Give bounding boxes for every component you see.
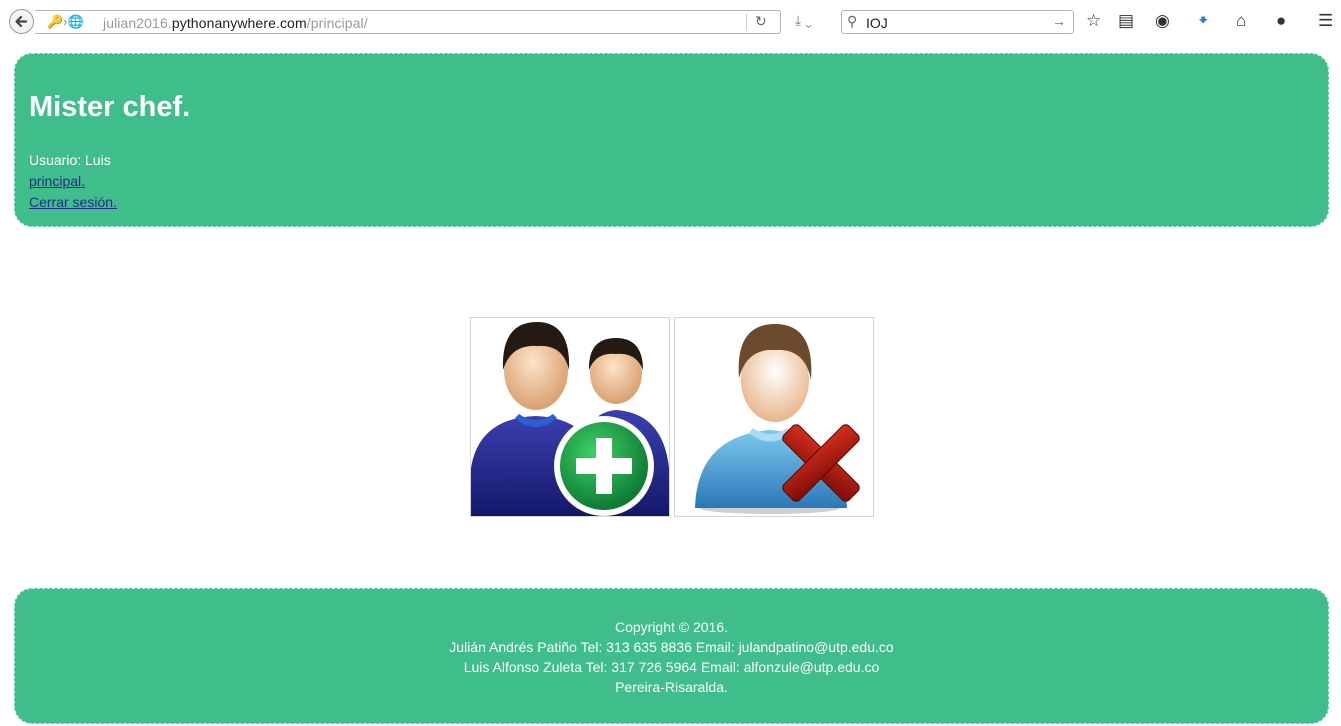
site-title: Mister chef.: [29, 91, 191, 123]
site-footer: Copyright © 2016. Julián Andrés Patiño T…: [14, 588, 1329, 724]
url-prefix: julian2016.: [103, 15, 172, 31]
url-divider: [746, 14, 747, 31]
download-dropdown[interactable]: ⤓ ⌄: [795, 12, 812, 29]
downloads-icon[interactable]: 🠻: [1198, 11, 1208, 31]
home-icon[interactable]: ⌂: [1236, 11, 1246, 31]
search-go-icon[interactable]: →: [1052, 13, 1066, 29]
back-arrow-icon: [15, 15, 28, 28]
copyright-text: Copyright © 2016.: [614, 619, 729, 635]
add-users-icon: [471, 322, 669, 516]
contact-luis: Luis Alfonso Zuleta Tel: 317 726 5964 Em…: [463, 659, 880, 675]
remove-user-icon: [695, 324, 860, 514]
menu-icon[interactable]: ☰: [1318, 11, 1333, 31]
principal-link[interactable]: principal.: [29, 173, 85, 189]
download-arrow-icon: ⤓: [795, 12, 802, 28]
chevron-down-icon: ⌄: [805, 12, 812, 28]
url-path: /principal/: [306, 15, 368, 31]
back-button[interactable]: [9, 9, 34, 34]
user-label: Usuario: Luis: [29, 152, 111, 168]
site-identity-icon[interactable]: 🔑›🌐: [47, 14, 84, 30]
remove-user-button[interactable]: [674, 317, 874, 517]
browser-toolbar: 🔑›🌐 julian2016.pythonanywhere.com/princi…: [0, 0, 1341, 44]
search-input[interactable]: IOJ: [866, 15, 888, 31]
url-domain: pythonanywhere.com: [171, 15, 307, 31]
search-bar[interactable]: ⚲ IOJ →: [841, 10, 1074, 34]
pocket-icon[interactable]: ◉: [1155, 11, 1170, 31]
contact-julian: Julián Andrés Patiño Tel: 313 635 8836 E…: [449, 639, 894, 655]
url-bar[interactable]: 🔑›🌐 julian2016.pythonanywhere.com/princi…: [35, 10, 781, 34]
chat-icon[interactable]: ●: [1276, 11, 1286, 31]
url-text[interactable]: julian2016.pythonanywhere.com/principal/: [103, 15, 368, 31]
add-user-button[interactable]: [470, 317, 670, 517]
reload-icon[interactable]: ↻: [755, 13, 767, 30]
reading-list-icon[interactable]: ▤: [1118, 11, 1134, 31]
site-header: Mister chef. Usuario: Luis principal. Ce…: [14, 53, 1329, 227]
location-text: Pereira-Risaralda.: [615, 679, 728, 695]
bookmark-star-icon[interactable]: ☆: [1086, 11, 1101, 31]
logout-link[interactable]: Cerrar sesión.: [29, 194, 117, 210]
search-icon: ⚲: [847, 13, 858, 29]
